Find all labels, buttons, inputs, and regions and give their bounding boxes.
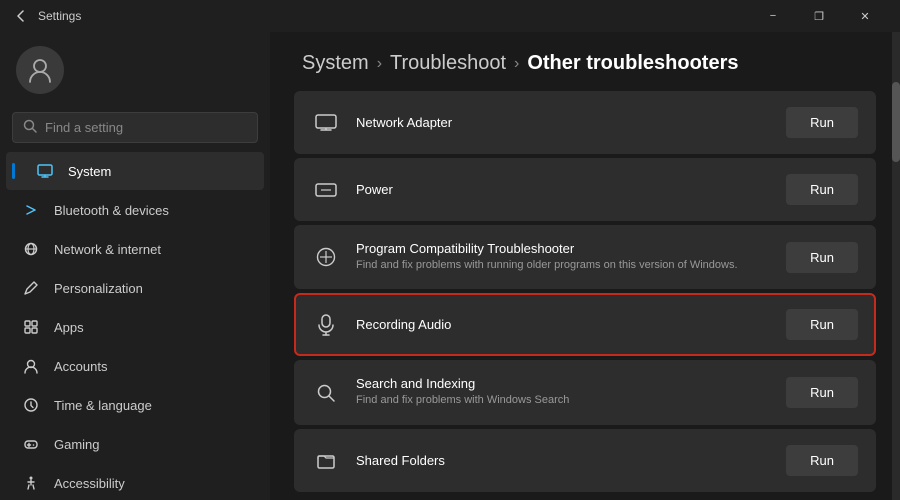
troubleshooter-list: Network Adapter Run Power Run <box>270 91 900 500</box>
scroll-track[interactable] <box>892 32 900 500</box>
power-text: Power <box>356 182 770 197</box>
program-compat-desc: Find and fix problems with running older… <box>356 258 770 273</box>
breadcrumb-sep-1: › <box>377 55 382 73</box>
network-icon <box>22 240 40 258</box>
sidebar-item-network[interactable]: Network & internet <box>6 230 264 268</box>
accessibility-icon <box>22 474 40 492</box>
sidebar-item-label: Accessibility <box>54 476 125 491</box>
recording-audio-run-btn[interactable]: Run <box>786 309 858 340</box>
system-icon <box>36 162 54 180</box>
program-compat-text: Program Compatibility Troubleshooter Fin… <box>356 241 770 273</box>
breadcrumb-current: Other troubleshooters <box>527 52 738 75</box>
sidebar-item-personalization[interactable]: Personalization <box>6 269 264 307</box>
shared-folders-icon <box>312 446 340 474</box>
back-button[interactable] <box>12 7 30 25</box>
sidebar-item-label: Gaming <box>54 437 100 452</box>
time-icon <box>22 396 40 414</box>
main-layout: System Bluetooth & devices <box>0 32 900 500</box>
power-icon <box>312 176 340 204</box>
troubleshooter-item-search-indexing: Search and Indexing Find and fix problem… <box>294 360 876 424</box>
recording-audio-icon <box>312 311 340 339</box>
scroll-thumb[interactable] <box>892 82 900 162</box>
power-title: Power <box>356 182 770 197</box>
troubleshooter-item-recording-audio: Recording Audio Run <box>294 293 876 356</box>
network-adapter-run-btn[interactable]: Run <box>786 107 858 138</box>
sidebar-item-label: Time & language <box>54 398 152 413</box>
sidebar-item-label: Apps <box>54 320 84 335</box>
titlebar-left: Settings <box>12 7 81 25</box>
sidebar-item-apps[interactable]: Apps <box>6 308 264 346</box>
troubleshooter-item-program-compat: Program Compatibility Troubleshooter Fin… <box>294 225 876 289</box>
sidebar-item-accounts[interactable]: Accounts <box>6 347 264 385</box>
recording-audio-text: Recording Audio <box>356 317 770 332</box>
content-area: System › Troubleshoot › Other troublesho… <box>270 32 900 500</box>
sidebar: System Bluetooth & devices <box>0 32 270 500</box>
apps-icon <box>22 318 40 336</box>
search-indexing-desc: Find and fix problems with Windows Searc… <box>356 393 770 408</box>
search-icon <box>23 119 37 136</box>
avatar[interactable] <box>16 46 64 94</box>
titlebar: Settings − ❐ ✕ <box>0 0 900 32</box>
troubleshooter-item-network-adapter: Network Adapter Run <box>294 91 876 154</box>
search-input[interactable] <box>45 120 247 135</box>
sidebar-item-label: Accounts <box>54 359 107 374</box>
program-compat-title: Program Compatibility Troubleshooter <box>356 241 770 256</box>
sidebar-item-label: Network & internet <box>54 242 161 257</box>
nav-list: System Bluetooth & devices <box>0 151 270 500</box>
network-adapter-text: Network Adapter <box>356 115 770 130</box>
close-button[interactable]: ✕ <box>842 0 888 32</box>
recording-audio-title: Recording Audio <box>356 317 770 332</box>
sidebar-item-label: System <box>68 164 111 179</box>
search-indexing-text: Search and Indexing Find and fix problem… <box>356 376 770 408</box>
network-adapter-title: Network Adapter <box>356 115 770 130</box>
breadcrumb-troubleshoot[interactable]: Troubleshoot <box>390 52 506 75</box>
search-box[interactable] <box>12 112 258 143</box>
troubleshooter-item-power: Power Run <box>294 158 876 221</box>
sidebar-item-time[interactable]: Time & language <box>6 386 264 424</box>
bluetooth-icon <box>22 201 40 219</box>
breadcrumb: System › Troubleshoot › Other troublesho… <box>270 32 900 91</box>
shared-folders-run-btn[interactable]: Run <box>786 445 858 476</box>
app-title: Settings <box>38 9 81 23</box>
user-section <box>0 32 270 108</box>
breadcrumb-system[interactable]: System <box>302 52 369 75</box>
search-indexing-title: Search and Indexing <box>356 376 770 391</box>
personalization-icon <box>22 279 40 297</box>
search-indexing-run-btn[interactable]: Run <box>786 377 858 408</box>
program-compat-icon <box>312 243 340 271</box>
sidebar-item-bluetooth[interactable]: Bluetooth & devices <box>6 191 264 229</box>
power-run-btn[interactable]: Run <box>786 174 858 205</box>
troubleshooter-item-shared-folders: Shared Folders Run <box>294 429 876 492</box>
maximize-button[interactable]: ❐ <box>796 0 842 32</box>
network-adapter-icon <box>312 109 340 137</box>
search-indexing-icon <box>312 379 340 407</box>
minimize-button[interactable]: − <box>750 0 796 32</box>
sidebar-item-accessibility[interactable]: Accessibility <box>6 464 264 500</box>
program-compat-run-btn[interactable]: Run <box>786 242 858 273</box>
accounts-icon <box>22 357 40 375</box>
breadcrumb-sep-2: › <box>514 55 519 73</box>
active-indicator <box>12 163 15 179</box>
sidebar-item-label: Personalization <box>54 281 143 296</box>
window-controls: − ❐ ✕ <box>750 0 888 32</box>
sidebar-item-gaming[interactable]: Gaming <box>6 425 264 463</box>
sidebar-item-label: Bluetooth & devices <box>54 203 169 218</box>
gaming-icon <box>22 435 40 453</box>
sidebar-item-system[interactable]: System <box>6 152 264 190</box>
shared-folders-title: Shared Folders <box>356 453 770 468</box>
shared-folders-text: Shared Folders <box>356 453 770 468</box>
